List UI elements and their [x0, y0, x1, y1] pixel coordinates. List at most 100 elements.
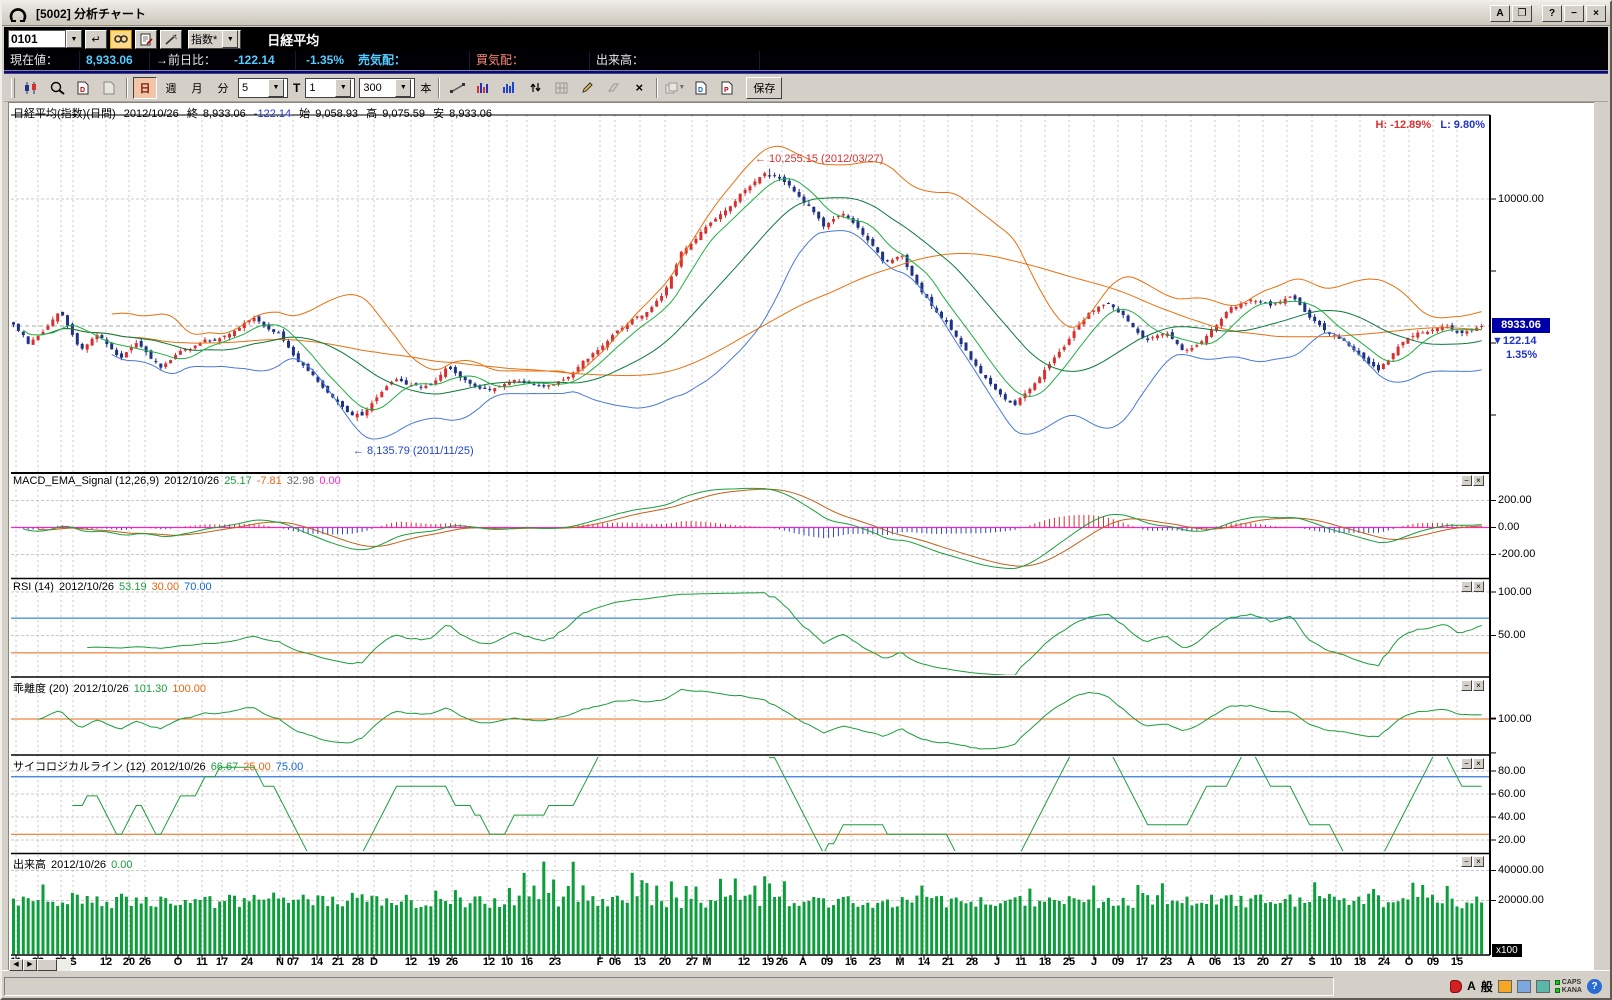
buy-quote-label: 買気配： — [470, 51, 590, 70]
symbol-type-arrow[interactable]: ▼ — [222, 30, 238, 48]
new-page-button[interactable]: D — [71, 77, 95, 99]
load-page-button[interactable]: P — [715, 77, 739, 99]
period-day-button[interactable]: 日 — [133, 77, 157, 99]
horizontal-scrollbar[interactable]: ◀ ▶ — [9, 959, 71, 971]
y-axis-label: 40000.00 — [1498, 864, 1544, 876]
symbol-search-button[interactable] — [110, 30, 132, 49]
symbol-type-value: 指数* — [191, 31, 217, 47]
toolbar-separator — [126, 78, 128, 98]
chart-area[interactable]: 日経平均(指数)(日間) 2012/10/26 終 8,933.06 -122.… — [8, 102, 1594, 970]
toolbar-grip[interactable] — [11, 78, 15, 98]
kairi-panel-minimize-button[interactable]: − — [1461, 680, 1472, 691]
ime-mode-indicator[interactable]: 般 — [1481, 978, 1493, 995]
symbol-clear-button[interactable] — [160, 30, 182, 49]
delete-all-button[interactable]: × — [627, 77, 651, 99]
x-axis-label: 23 — [543, 956, 567, 968]
chart-title: 日経平均(指数)(日間) — [13, 108, 116, 120]
psych-panel-close-button[interactable]: × — [1473, 758, 1484, 769]
draw-button[interactable] — [575, 77, 599, 99]
app-logo-icon — [8, 5, 28, 23]
rsi-panel-close-button[interactable]: × — [1473, 581, 1484, 592]
symbol-register-button[interactable] — [135, 30, 157, 49]
kairi-title: 乖離度 (20) — [13, 683, 69, 695]
x-axis-labels: 112229S122026O111724N07142128D1219261210… — [9, 956, 1489, 969]
market-alert-icon[interactable] — [1450, 980, 1462, 993]
page-icon: D — [695, 81, 707, 95]
count-select[interactable]: 1 ▼ — [305, 78, 355, 98]
indicator-bars-button[interactable] — [471, 77, 495, 99]
font-button[interactable]: A — [1490, 5, 1510, 22]
symbol-type-select[interactable]: 指数* ▼ — [188, 30, 241, 49]
titlebar: [5002] 分析チャート A❐?−× — [2, 2, 1610, 26]
period-month-button[interactable]: 月 — [185, 77, 209, 99]
cascade-button[interactable]: ❐ — [1512, 5, 1532, 22]
symbol-enter-button[interactable]: ↵ — [85, 30, 107, 49]
x-axis-label: 09 — [815, 956, 839, 968]
grid-icon — [555, 82, 568, 94]
x-axis-label: 24 — [235, 956, 259, 968]
scrollbar-track[interactable] — [57, 959, 71, 971]
kairi-header: 乖離度 (20)2012/10/26101.30100.00 — [13, 680, 211, 696]
x-axis-label: 24 — [1372, 956, 1396, 968]
scroll-left-button[interactable]: ◀ — [9, 959, 23, 971]
candlestick-mode-button[interactable] — [19, 77, 43, 99]
volume-title: 出来高 — [13, 859, 46, 871]
close-button[interactable]: × — [1586, 5, 1606, 22]
bars-arrow[interactable]: ▼ — [395, 79, 411, 97]
erase-button[interactable] — [601, 77, 625, 99]
ime-tools-icon[interactable] — [1536, 980, 1550, 993]
scroll-right-button[interactable]: ▶ — [23, 959, 37, 971]
save-button[interactable]: 保存 — [746, 77, 782, 99]
psych-header: サイコロジカルライン (12)2012/10/2666.6725.0075.00 — [13, 758, 308, 774]
svg-text:P: P — [724, 87, 729, 94]
macd-panel-close-button[interactable]: × — [1473, 475, 1484, 486]
keyboard-icon[interactable] — [1517, 980, 1531, 993]
volume-bars-button[interactable] — [497, 77, 521, 99]
count-arrow[interactable]: ▼ — [335, 79, 351, 97]
symbol-dropdown-arrow[interactable]: ▼ — [66, 30, 82, 48]
bars-unit-label: 本 — [420, 80, 431, 96]
chart-plot[interactable] — [9, 103, 1595, 971]
help-button[interactable]: ? — [1542, 5, 1562, 22]
x-axis-label: O — [1397, 956, 1421, 968]
x-axis-label: 11 — [1009, 956, 1033, 968]
macd-panel-minimize-button[interactable]: − — [1461, 475, 1472, 486]
low-label: 安 — [433, 108, 444, 120]
minimize-button[interactable]: − — [1564, 5, 1584, 22]
bars-select[interactable]: 300 ▼ — [359, 78, 415, 98]
interval-arrow[interactable]: ▼ — [268, 79, 284, 97]
zoom-button[interactable] — [45, 77, 69, 99]
symbol-code-input[interactable] — [8, 30, 66, 48]
x-axis-label: 21 — [936, 956, 960, 968]
copy-button[interactable]: ▼ — [663, 77, 687, 99]
x-axis-label: 17 — [210, 956, 234, 968]
volume-panel-close-button[interactable]: × — [1473, 856, 1484, 867]
rsi-panel-minimize-button[interactable]: − — [1461, 581, 1472, 592]
period-week-button[interactable]: 週 — [159, 77, 183, 99]
interval-select[interactable]: 5 ▼ — [238, 78, 288, 98]
kairi-panel-close-button[interactable]: × — [1473, 680, 1484, 691]
x-axis-label: 15 — [1445, 956, 1469, 968]
eraser-icon — [606, 82, 620, 93]
tick-label: T — [293, 81, 300, 95]
trendline-tool-button[interactable] — [445, 77, 469, 99]
tray-help-icon[interactable]: ? — [1587, 979, 1602, 994]
instrument-name: 日経平均 — [267, 30, 319, 49]
x-axis-label: J — [1082, 956, 1106, 968]
change-value: -122.14 — [254, 108, 291, 120]
psych-panel-minimize-button[interactable]: − — [1461, 758, 1472, 769]
restore-page-button[interactable] — [97, 77, 121, 99]
x-axis-label: 09 — [1421, 956, 1445, 968]
badge-change: ▼122.14 — [1492, 335, 1537, 347]
peak-annotation: ← 10,255.15 (2012/03/27) — [755, 153, 883, 165]
scrollbar-thumb[interactable] — [37, 959, 57, 971]
period-minute-button[interactable]: 分 — [211, 77, 235, 99]
kairi-date: 2012/10/26 — [74, 683, 129, 695]
sort-arrows-button[interactable] — [523, 77, 547, 99]
volume-panel-minimize-button[interactable]: − — [1461, 856, 1472, 867]
ime-pad-icon[interactable] — [1498, 980, 1512, 993]
ime-direct-indicator[interactable]: A — [1467, 979, 1476, 993]
rsi-header: RSI (14)2012/10/2653.1930.0070.00 — [13, 581, 217, 593]
save-page-button[interactable]: D — [689, 77, 713, 99]
grid-button[interactable] — [549, 77, 573, 99]
